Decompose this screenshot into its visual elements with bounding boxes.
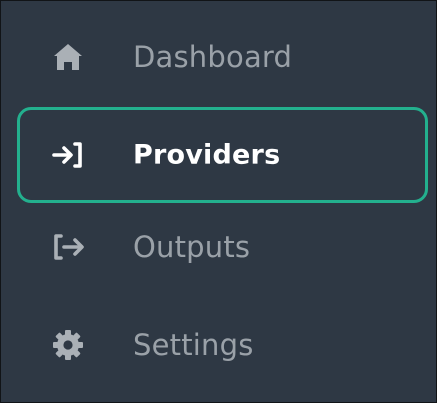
sidebar-nav: Dashboard Providers Outputs Settings — [1, 1, 436, 402]
sidebar-item-label: Dashboard — [133, 40, 293, 74]
sidebar-item-outputs[interactable]: Outputs — [17, 199, 428, 295]
sidebar-item-label: Settings — [133, 328, 254, 362]
sidebar-item-providers[interactable]: Providers — [17, 107, 428, 203]
sidebar-item-label: Providers — [133, 139, 281, 171]
sidebar-item-label: Outputs — [133, 230, 251, 264]
sidebar-frame: Dashboard Providers Outputs Settings — [0, 0, 437, 403]
gear-icon — [53, 330, 83, 360]
home-icon — [54, 44, 82, 70]
sign-in-arrow-icon — [52, 142, 82, 168]
sign-out-arrow-icon — [54, 234, 84, 260]
sidebar-item-dashboard[interactable]: Dashboard — [17, 9, 428, 105]
sidebar-item-settings[interactable]: Settings — [17, 297, 428, 393]
